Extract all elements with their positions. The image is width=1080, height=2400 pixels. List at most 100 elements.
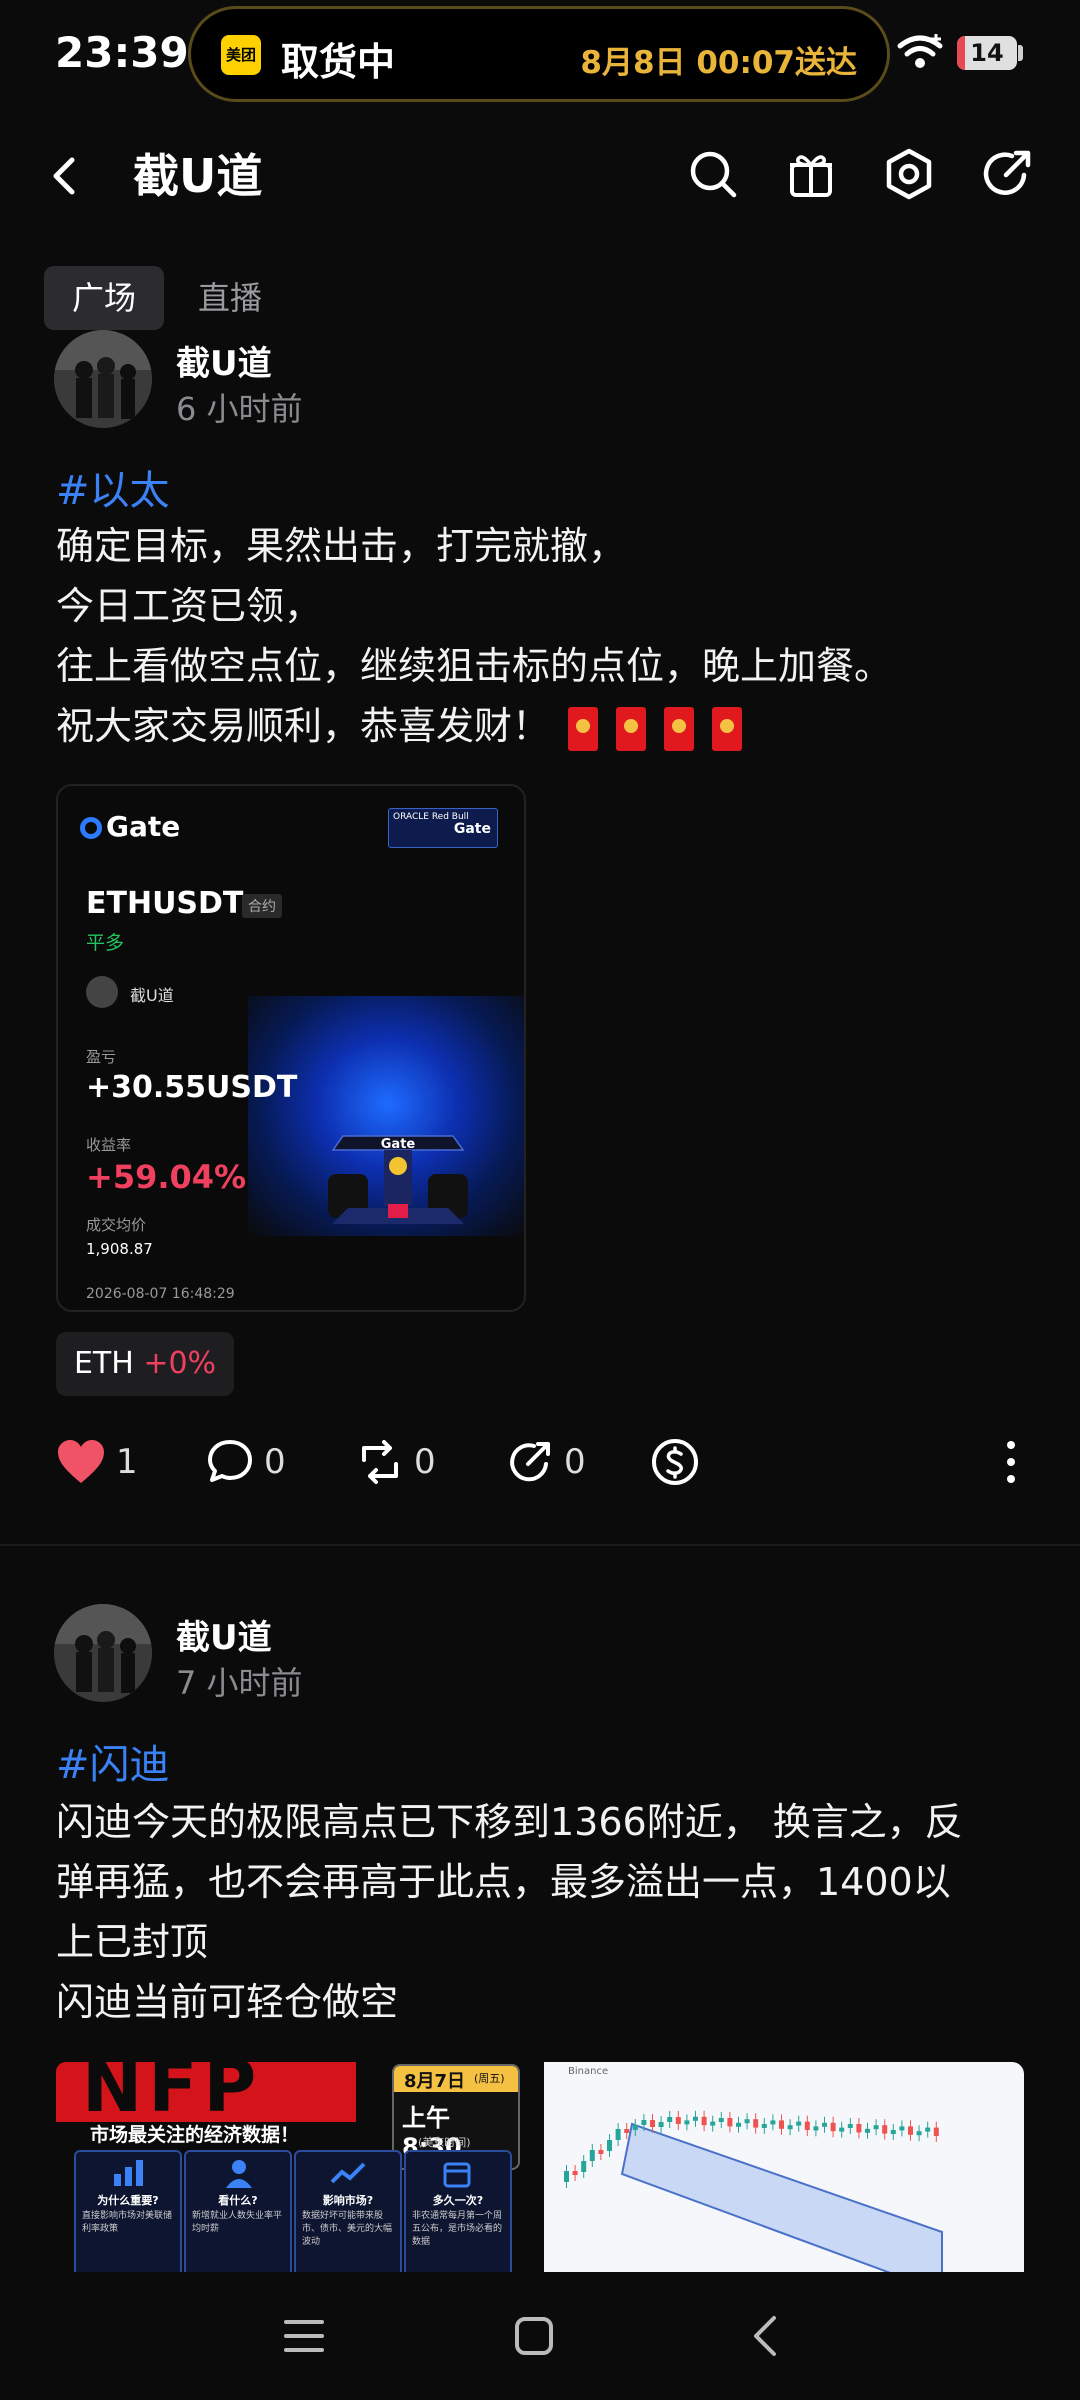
nfp-col-text: 新增就业人数失业率平均时薪 (192, 2211, 283, 2234)
share-icon[interactable] (978, 145, 1036, 203)
candle-body (632, 2125, 638, 2130)
more-options-icon[interactable] (996, 1437, 1026, 1487)
settings-hexagon-icon[interactable] (880, 145, 938, 203)
post-image-nfp[interactable]: NFP 市场最关注的经济数据！ 8月7日 (周五) 上午 8:30 (美东时间)… (56, 2062, 534, 2272)
red-envelope-emoji (664, 706, 695, 751)
post-time: 7 小时前 (176, 1664, 303, 1702)
candle-body (727, 2118, 733, 2127)
ticker-change: +0% (143, 1346, 217, 1381)
delivery-status: 取货中 (281, 40, 396, 84)
trend-up-icon (330, 2162, 366, 2184)
candle-body (753, 2119, 759, 2128)
trade-side: 平多 (86, 932, 125, 954)
candle-body (899, 2126, 905, 2131)
trade-datetime: 2026-08-07 16:48:29 (86, 1286, 235, 1302)
home-icon[interactable] (514, 2316, 554, 2356)
post-username[interactable]: 截U道 (176, 1610, 272, 1659)
nfp-col-title: 多久一次? (432, 2194, 484, 2207)
roi-value: +59.04% (86, 1158, 247, 1196)
gate-logo: Gate (80, 810, 180, 843)
post-image-price-chart[interactable]: Binance (544, 2062, 1024, 2272)
candle-body (882, 2125, 888, 2134)
candle-body (865, 2128, 870, 2133)
candle-body (933, 2127, 939, 2136)
repost-count: 0 (414, 1442, 436, 1482)
repost-button[interactable]: 0 (356, 1432, 436, 1492)
nfp-col-text: 直接影响市场对美联储利率政策 (82, 2211, 173, 2234)
back-arrow-icon[interactable] (40, 140, 90, 210)
nfp-info-col: 为什么重要? 直接影响市场对美联储利率政策 (74, 2150, 182, 2272)
candle-body (813, 2126, 819, 2131)
trade-share-card[interactable]: Gate Gate ORACLE Red Bull Gate ETHUSDT 合… (56, 784, 526, 1312)
tab-live[interactable]: 直播 (198, 266, 262, 330)
candle-body (779, 2120, 784, 2129)
post-divider (0, 1544, 1080, 1546)
like-button[interactable]: 1 (56, 1432, 138, 1492)
trade-pair: ETHUSDT (86, 886, 244, 921)
battery-tip (1018, 45, 1023, 61)
candle-body (796, 2121, 802, 2126)
like-count: 1 (116, 1442, 138, 1482)
post-line: 今日工资已领， (56, 584, 323, 628)
search-icon[interactable] (684, 145, 742, 203)
user-avatar[interactable] (54, 330, 152, 428)
heart-icon (58, 1440, 104, 1483)
candlestick-chart (564, 2110, 943, 2272)
share-button[interactable]: 0 (506, 1432, 586, 1492)
user-avatar[interactable] (54, 1604, 152, 1702)
candle-body (736, 2122, 741, 2127)
avg-price-label: 成交均价 (86, 1216, 147, 1234)
candle-body (847, 2124, 853, 2128)
tab-plaza[interactable]: 广场 (44, 266, 164, 330)
trader-avatar (86, 976, 118, 1008)
recent-apps-icon[interactable] (284, 2316, 324, 2356)
candle-body (624, 2129, 630, 2133)
post-line-with-emoji: 祝大家交易顺利，恭喜发财！ (56, 696, 892, 756)
candle-body (650, 2120, 655, 2127)
contract-badge: 合约 (242, 894, 282, 918)
candle-body (856, 2124, 862, 2133)
status-bar: 23:39 美团 取货中 8月8日 00:07送达 14 (0, 0, 1080, 110)
nfp-banner-text: 市场最关注的经济数据！ (90, 2124, 300, 2146)
nav-back-icon[interactable] (748, 2314, 784, 2358)
wifi-icon (897, 34, 943, 68)
nfp-info-col: 多久一次? 非农通常每月第一个周五公布，是市场必看的数据 (404, 2150, 512, 2272)
post-username[interactable]: 截U道 (176, 336, 272, 385)
post-line: 闪迪当前可轻仓做空 (56, 1980, 399, 2024)
nfp-date: 8月7日 (404, 2071, 466, 2092)
battery-level-text: 14 (970, 39, 1004, 67)
delivery-eta: 8月8日 00:07送达 (580, 45, 857, 81)
candle-body (693, 2116, 698, 2121)
ticker-chip[interactable]: ETH +0% (56, 1332, 234, 1396)
candle-body (598, 2150, 604, 2154)
candle-body (916, 2131, 922, 2136)
candle-body (667, 2117, 673, 2122)
comment-icon (208, 1440, 252, 1482)
post-line: 往上看做空点位，继续狙击标的点位，晚上加餐。 (56, 644, 893, 688)
meituan-logo: 美团 (221, 35, 261, 75)
gate-logo-icon (80, 817, 102, 839)
avg-price-value: 1,908.87 (86, 1240, 153, 1258)
post-line: 闪迪今天的极限高点已下移到1366附近， 换言之，反 (56, 1800, 963, 1844)
candle-body (589, 2150, 595, 2161)
comment-button[interactable]: 0 (206, 1432, 286, 1492)
system-nav-bar (0, 2272, 1080, 2400)
post-body: 确定目标，果然出击，打完就撤， 今日工资已领， 往上看做空点位，继续狙击标的点位… (56, 516, 892, 756)
nfp-title: NFP (82, 2062, 263, 2128)
nfp-col-text: 非农通常每月第一个周五公布，是市场必看的数据 (412, 2211, 503, 2247)
share-arrow-icon (510, 1442, 550, 1482)
sponsor-badge: ORACLE Red Bull Gate (388, 808, 498, 848)
nfp-timezone: (美东时间) (418, 2136, 471, 2149)
tip-dollar-icon[interactable] (650, 1437, 700, 1487)
candle-body (684, 2120, 690, 2125)
live-activity-island[interactable]: 美团 取货中 8月8日 00:07送达 (188, 6, 890, 102)
post-hashtag[interactable]: #闪迪 (56, 1732, 170, 1790)
candle-body (675, 2117, 681, 2124)
calendar-icon (443, 2162, 471, 2188)
candle-body (770, 2120, 776, 2125)
candle-body (615, 2129, 621, 2140)
post-line: 弹再猛，也不会再高于此点，最多溢出一点，1400以 (56, 1860, 951, 1904)
post-hashtag[interactable]: #以太 (56, 458, 170, 516)
gift-icon[interactable] (782, 145, 840, 203)
post-body: 闪迪今天的极限高点已下移到1366附近， 换言之，反 弹再猛，也不会再高于此点，… (56, 1792, 963, 2032)
